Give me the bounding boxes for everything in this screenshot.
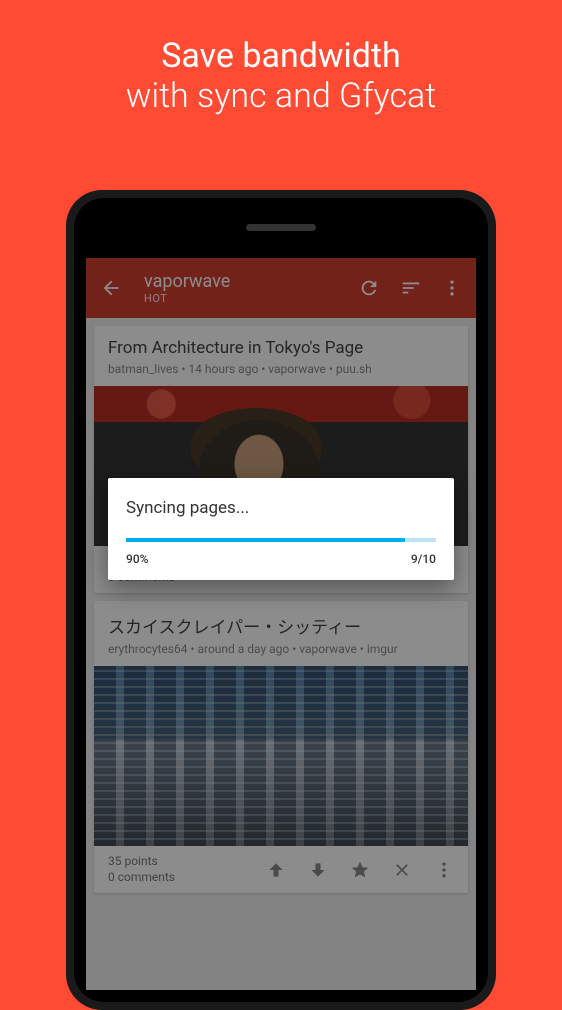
phone-screen: vaporwave HOT From Architecture in Tokyo… [86,258,476,990]
dialog-title: Syncing pages... [126,498,436,518]
modal-scrim[interactable] [86,258,476,990]
phone-frame: vaporwave HOT From Architecture in Tokyo… [66,190,496,1010]
phone-speaker [246,224,316,231]
phone-bezel: vaporwave HOT From Architecture in Tokyo… [74,198,488,1002]
progress-count: 9/10 [411,552,436,566]
promo-line-2: with sync and Gfycat [20,76,542,116]
promo-headline: Save bandwidth with sync and Gfycat [0,0,562,144]
progress-bar [126,538,436,542]
progress-percent: 90% [126,552,148,566]
progress-labels: 90% 9/10 [126,552,436,566]
promo-line-1: Save bandwidth [20,36,542,76]
progress-fill [126,538,405,542]
sync-dialog: Syncing pages... 90% 9/10 [108,478,454,580]
